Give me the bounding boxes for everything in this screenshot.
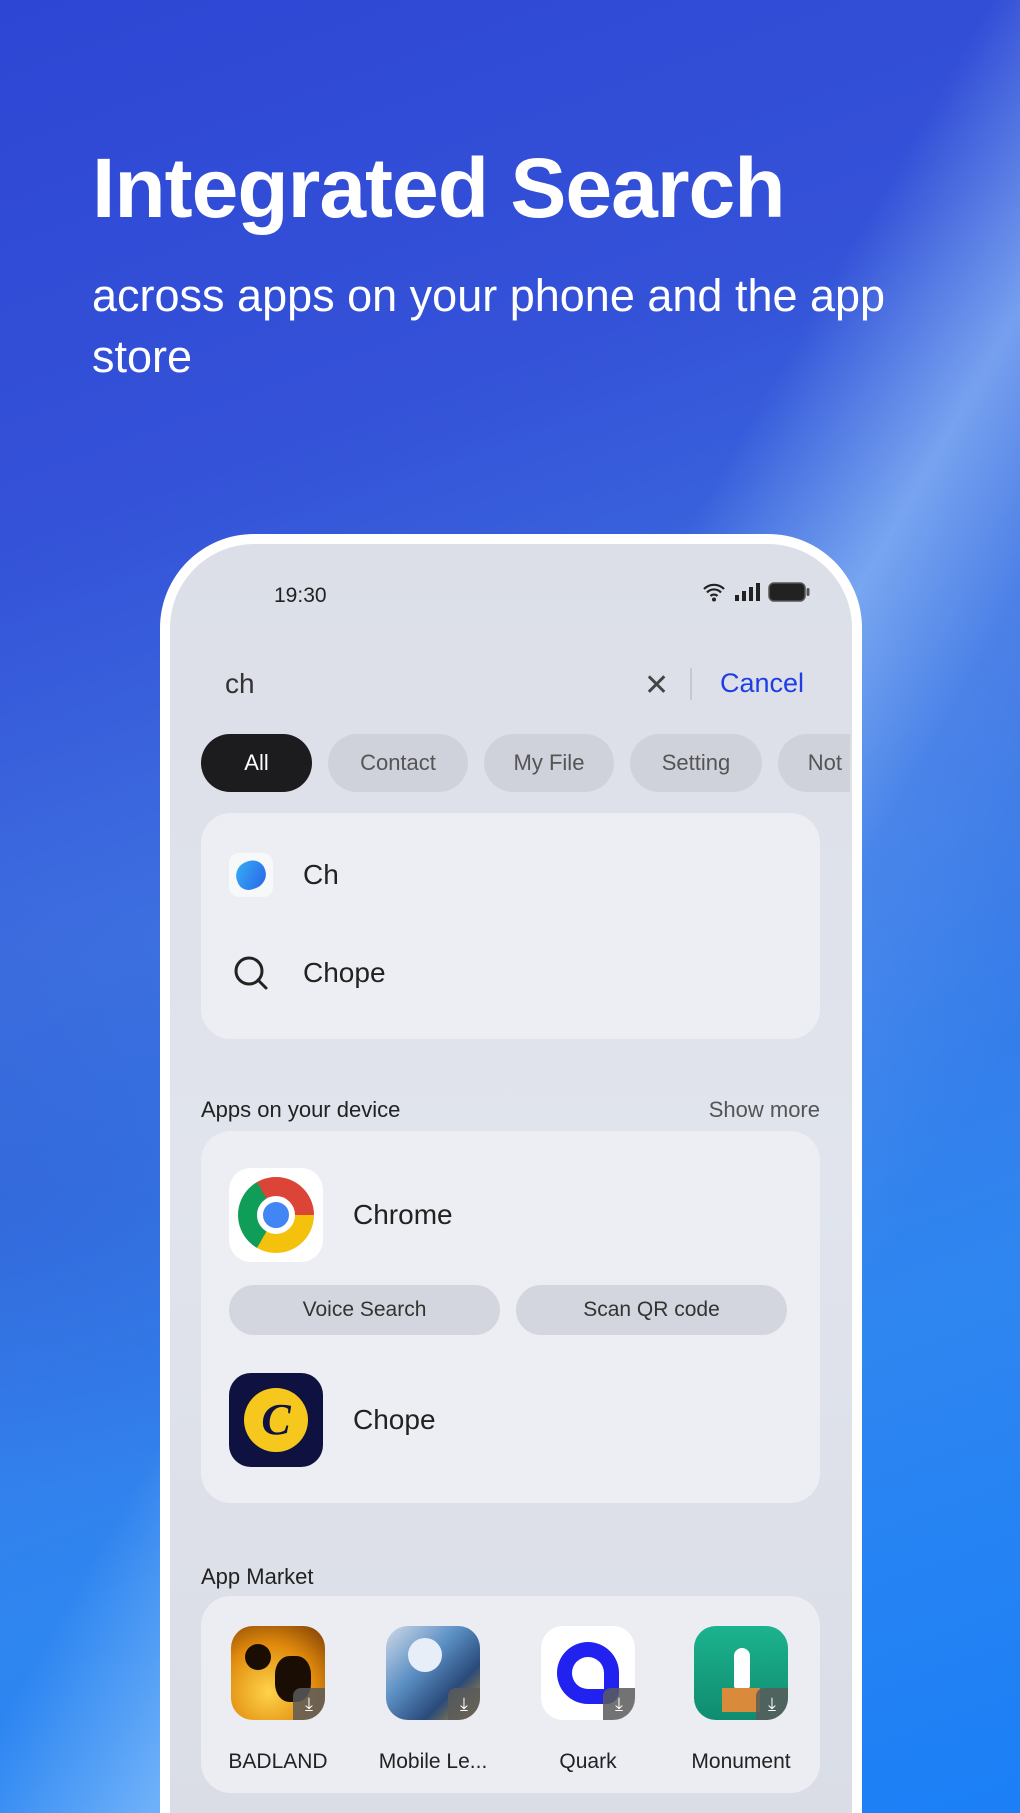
apps-section-title: Apps on your device xyxy=(201,1097,401,1122)
market-app-badland[interactable]: ⤓ BADLAND xyxy=(218,1626,338,1774)
status-icons xyxy=(702,582,810,602)
divider xyxy=(690,668,692,700)
download-icon: ⤓ xyxy=(293,1688,325,1720)
market-app-mobile-legends[interactable]: ⤓ Mobile Le... xyxy=(373,1626,493,1774)
market-app-name: Mobile Le... xyxy=(378,1750,488,1773)
show-more-link[interactable]: Show more xyxy=(709,1097,820,1123)
clear-icon[interactable]: ✕ xyxy=(644,668,669,703)
headline-title: Integrated Search xyxy=(92,141,786,235)
browser-app-icon xyxy=(229,853,273,897)
cancel-button[interactable]: Cancel xyxy=(720,668,804,699)
search-icon xyxy=(234,956,268,990)
chope-icon: C xyxy=(229,1373,323,1467)
wifi-icon xyxy=(703,583,725,602)
download-icon: ⤓ xyxy=(756,1688,788,1720)
quark-icon: ⤓ xyxy=(541,1626,635,1720)
suggestion-label: Ch xyxy=(303,859,339,890)
chrome-icon xyxy=(229,1168,323,1262)
signal-icon xyxy=(735,583,760,601)
market-app-monument[interactable]: ⤓ Monument xyxy=(681,1626,801,1774)
market-app-name: Quark xyxy=(559,1750,617,1773)
voice-search-button[interactable]: Voice Search xyxy=(229,1285,500,1335)
market-app-quark[interactable]: ⤓ Quark xyxy=(528,1626,648,1774)
phone-mockup: 19:30 ch ✕ Cancel All Contact My File Se… xyxy=(160,534,862,1813)
apps-card: Chrome Voice Search Scan QR code C Chope xyxy=(201,1131,820,1503)
filter-chips: All Contact My File Setting Not xyxy=(201,734,852,792)
search-input[interactable]: ch xyxy=(225,668,255,700)
app-name: Chope xyxy=(353,1404,436,1435)
market-app-name: BADLAND xyxy=(228,1750,328,1773)
app-name: Chrome xyxy=(353,1199,453,1230)
app-item-chrome[interactable]: Chrome xyxy=(229,1168,453,1262)
app-item-chope[interactable]: C Chope xyxy=(229,1373,436,1467)
status-time: 19:30 xyxy=(274,584,327,607)
scan-qr-button[interactable]: Scan QR code xyxy=(516,1285,787,1335)
market-card: ⤓ BADLAND ⤓ Mobile Le... ⤓ Quark ⤓ Monum… xyxy=(201,1596,820,1793)
suggestions-card: Ch Chope xyxy=(201,813,820,1039)
headline-subtitle: across apps on your phone and the app st… xyxy=(92,270,886,382)
filter-chip-notes[interactable]: Not xyxy=(778,734,850,792)
suggestion-label: Chope xyxy=(303,957,386,988)
filter-chip-all[interactable]: All xyxy=(201,734,312,792)
filter-chip-setting[interactable]: Setting xyxy=(630,734,762,792)
monument-valley-icon: ⤓ xyxy=(694,1626,788,1720)
download-icon: ⤓ xyxy=(448,1688,480,1720)
download-icon: ⤓ xyxy=(603,1688,635,1720)
mobile-legends-icon: ⤓ xyxy=(386,1626,480,1720)
market-section-title: App Market xyxy=(201,1564,314,1589)
suggestion-item[interactable]: Ch xyxy=(229,853,339,897)
suggestion-item[interactable]: Chope xyxy=(229,951,386,995)
filter-chip-my-file[interactable]: My File xyxy=(484,734,614,792)
filter-chip-contact[interactable]: Contact xyxy=(328,734,468,792)
badland-icon: ⤓ xyxy=(231,1626,325,1720)
battery-icon xyxy=(768,582,810,602)
market-app-name: Monument xyxy=(691,1750,791,1773)
